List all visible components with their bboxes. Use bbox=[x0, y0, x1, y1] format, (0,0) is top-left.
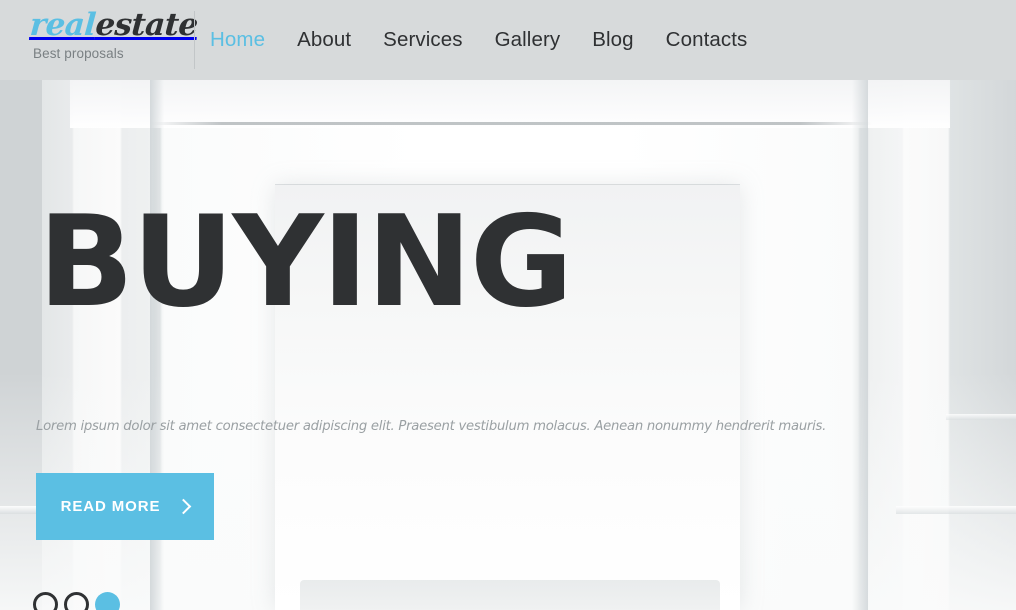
nav-item-contacts[interactable]: Contacts bbox=[650, 29, 764, 51]
read-more-label: READ MORE bbox=[60, 498, 161, 515]
brand-logo[interactable]: realestate Best proposals bbox=[28, 7, 199, 70]
hero-slider: BUYING Lorem ipsum dolor sit amet consec… bbox=[0, 80, 1016, 610]
slider-dot-2[interactable] bbox=[64, 592, 89, 610]
nav-item-blog[interactable]: Blog bbox=[576, 29, 649, 51]
hero-subtitle: Lorem ipsum dolor sit amet consectetuer … bbox=[36, 419, 827, 434]
brand-wordmark-secondary: estate bbox=[94, 7, 199, 43]
brand-wordmark-primary: real bbox=[28, 7, 97, 43]
slider-dot-3[interactable] bbox=[95, 592, 120, 610]
brand-wordmark: realestate bbox=[28, 7, 199, 43]
nav-item-about[interactable]: About bbox=[281, 29, 367, 51]
hero-title: BUYING bbox=[38, 188, 573, 335]
slider-dot-1[interactable] bbox=[33, 592, 58, 610]
slider-pagination bbox=[33, 592, 120, 610]
header-divider bbox=[194, 11, 195, 69]
page-root: realestate Best proposals Home About Ser… bbox=[0, 0, 1016, 610]
nav-item-home[interactable]: Home bbox=[208, 29, 281, 51]
read-more-button[interactable]: READ MORE bbox=[36, 473, 214, 540]
hero-content: BUYING Lorem ipsum dolor sit amet consec… bbox=[0, 80, 1016, 610]
chevron-right-icon bbox=[176, 498, 192, 514]
main-navigation: Home About Services Gallery Blog Contact… bbox=[208, 0, 763, 80]
site-header: realestate Best proposals Home About Ser… bbox=[0, 0, 1016, 80]
nav-item-services[interactable]: Services bbox=[367, 29, 478, 51]
header-inner: realestate Best proposals Home About Ser… bbox=[0, 0, 1016, 80]
nav-item-gallery[interactable]: Gallery bbox=[479, 29, 577, 51]
brand-tagline: Best proposals bbox=[33, 46, 124, 61]
